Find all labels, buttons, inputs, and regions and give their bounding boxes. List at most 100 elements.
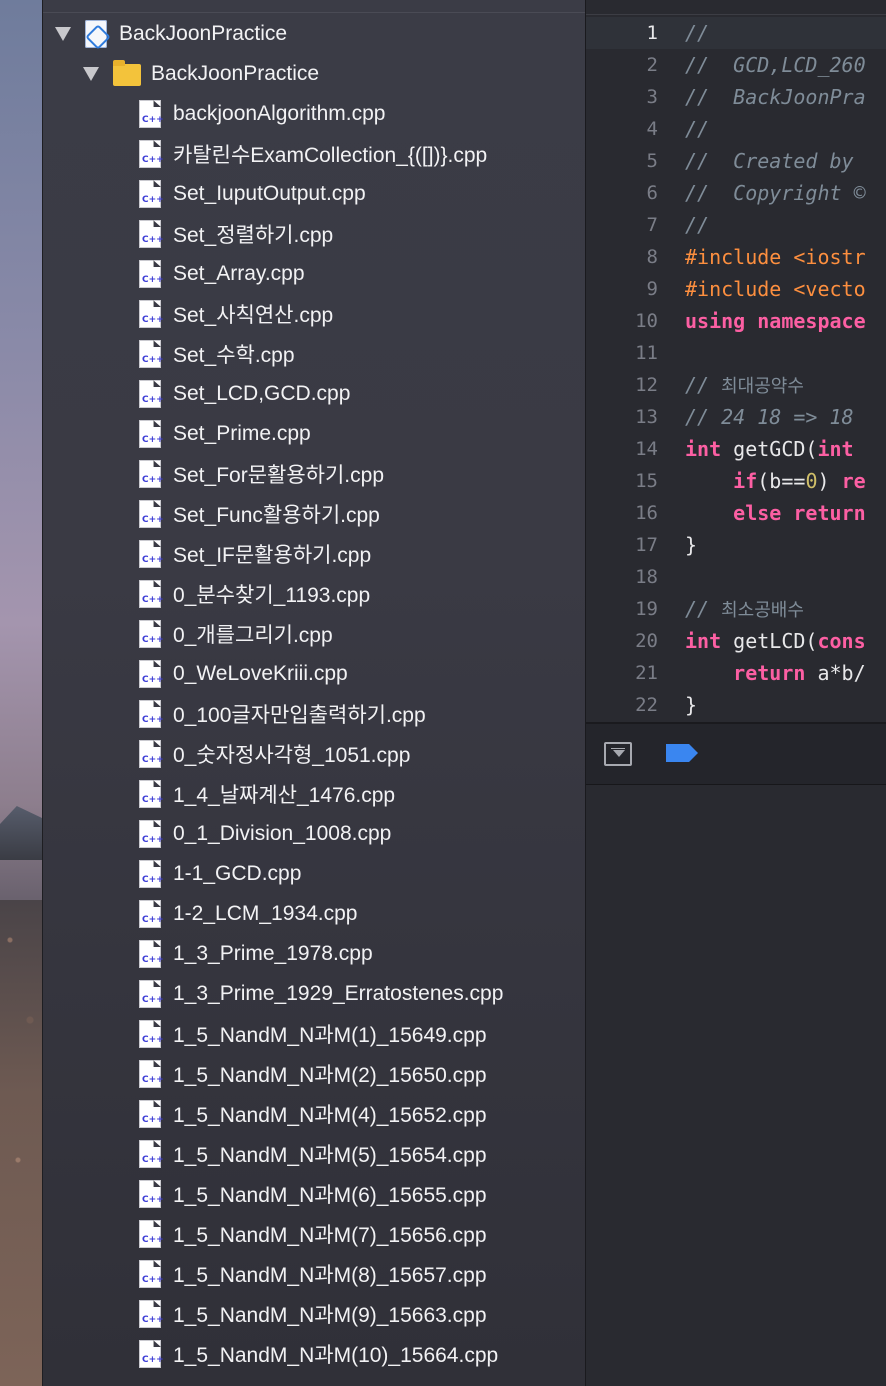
debug-console-area[interactable] xyxy=(586,785,886,1386)
code-line[interactable]: 4 // xyxy=(586,113,886,145)
file-name: Set_수학.cpp xyxy=(173,344,295,367)
code-line[interactable]: 2 // GCD,LCD_260 xyxy=(586,49,886,81)
file-name: 1_3_Prime_1978.cpp xyxy=(173,942,373,965)
file-item[interactable]: C++ 1_5_NandM_N과M(9)_15663.cpp xyxy=(43,1294,585,1334)
cpp-badge: C++ xyxy=(142,675,164,685)
disclosure-triangle-icon[interactable] xyxy=(83,67,99,81)
file-item[interactable]: C++ 1-1_GCD.cpp xyxy=(43,854,585,894)
code-token: } xyxy=(685,693,698,717)
code-line[interactable]: 11 xyxy=(586,337,886,369)
code-line[interactable]: 22} xyxy=(586,689,886,721)
cpp-file-icon: C++ xyxy=(139,700,164,728)
cpp-badge: C++ xyxy=(142,915,164,925)
file-item[interactable]: C++ 1_5_NandM_N과M(8)_15657.cpp xyxy=(43,1254,585,1294)
file-item[interactable]: C++ 1_5_NandM_N과M(10)_15664.cpp xyxy=(43,1334,585,1374)
file-item[interactable]: C++ 0_숫자정사각형_1051.cpp xyxy=(43,734,585,774)
file-item[interactable]: C++ Set_LCD,GCD.cpp xyxy=(43,374,585,414)
code-line[interactable]: 8 #include <iostr xyxy=(586,241,886,273)
file-item[interactable]: C++ Set_Prime.cpp xyxy=(43,414,585,454)
file-item[interactable]: C++ 1_5_NandM_N과M(7)_15656.cpp xyxy=(43,1214,585,1254)
file-item[interactable]: C++ Set_IF문활용하기.cpp xyxy=(43,534,585,574)
code-line[interactable]: 14 int getGCD(int xyxy=(586,433,886,465)
line-number: 11 xyxy=(635,342,658,364)
cpp-badge: C++ xyxy=(142,1155,164,1165)
file-item[interactable]: C++ 0_분수찾기_1193.cpp xyxy=(43,574,585,614)
project-navigator[interactable]: BackJoonPractice BackJoonPractice C++ bac… xyxy=(42,0,585,1386)
file-item[interactable]: C++ 0_WeLoveKriii.cpp xyxy=(43,654,585,694)
file-item[interactable]: C++ 0_개를그리기.cpp xyxy=(43,614,585,654)
code-line[interactable]: 9 #include <vecto xyxy=(586,273,886,305)
code-text: #include <iostr xyxy=(685,245,866,269)
cpp-file-icon: C++ xyxy=(139,220,164,248)
file-name: Set_IF문활용하기.cpp xyxy=(173,544,372,567)
file-name: Set_정렬하기.cpp xyxy=(173,224,334,247)
file-item[interactable]: C++ Set_정렬하기.cpp xyxy=(43,214,585,254)
line-number: 13 xyxy=(635,406,658,428)
file-name: 0_숫자정사각형_1051.cpp xyxy=(173,744,411,767)
code-line[interactable]: 21 return a*b/ xyxy=(586,657,886,689)
hide-debug-area-icon[interactable] xyxy=(604,742,632,766)
code-line[interactable]: 3 // BackJoonPra xyxy=(586,81,886,113)
file-item[interactable]: C++ Set_수학.cpp xyxy=(43,334,585,374)
code-text: else return xyxy=(685,501,865,525)
code-text: // xyxy=(685,117,709,141)
cpp-file-icon: C++ xyxy=(139,780,164,808)
code-token: using namespace xyxy=(685,309,866,333)
code-token: (b== xyxy=(757,469,806,493)
file-item[interactable]: C++ 0_1_Division_1008.cpp xyxy=(43,814,585,854)
file-item[interactable]: C++ 1_5_NandM_N과M(1)_15649.cpp xyxy=(43,1014,585,1054)
file-item[interactable]: C++ Set_For문활용하기.cpp xyxy=(43,454,585,494)
file-item[interactable]: C++ 1_3_Prime_1929_Erratostenes.cpp xyxy=(43,974,585,1014)
file-item[interactable]: C++ 1_5_NandM_N과M(6)_15655.cpp xyxy=(43,1174,585,1214)
code-line[interactable]: 7 // xyxy=(586,209,886,241)
file-item[interactable]: C++ 0_100글자만입출력하기.cpp xyxy=(43,694,585,734)
file-name: 0_분수찾기_1193.cpp xyxy=(173,584,371,607)
code-line[interactable]: 5 // Created by xyxy=(586,145,886,177)
file-item[interactable]: C++ 1_4_날짜계산_1476.cpp xyxy=(43,774,585,814)
code-line[interactable]: 18 xyxy=(586,561,886,593)
file-name: 1_5_NandM_N과M(9)_15663.cpp xyxy=(173,1304,487,1327)
file-item[interactable]: C++ 1_5_NandM_N과M(5)_15654.cpp xyxy=(43,1134,585,1174)
code-line[interactable]: 12 // 최대공약수 xyxy=(586,369,886,401)
code-line[interactable]: 6 // Copyright © xyxy=(586,177,886,209)
code-line[interactable]: 15 if(b==0) re xyxy=(586,465,886,497)
source-editor[interactable]: 1 // 2 // GCD,LCD_260 3 // BackJoonPra 4 // 5 // … xyxy=(585,0,886,1386)
code-line[interactable]: 17} xyxy=(586,529,886,561)
file-name: 1_5_NandM_N과M(4)_15652.cpp xyxy=(173,1104,487,1127)
navigator-group-row[interactable]: BackJoonPractice xyxy=(43,54,585,94)
code-token: // xyxy=(685,21,710,45)
cpp-badge: C++ xyxy=(142,1195,164,1205)
wallpaper-mountains xyxy=(0,806,42,860)
breakpoint-toggle-icon[interactable] xyxy=(666,744,698,762)
file-name: 1_5_NandM_N과M(10)_15664.cpp xyxy=(173,1344,499,1367)
code-token: int xyxy=(685,437,722,461)
disclosure-triangle-icon[interactable] xyxy=(55,27,71,41)
file-item[interactable]: C++ 1_3_Prime_1978.cpp xyxy=(43,934,585,974)
navigator-project-row[interactable]: BackJoonPractice xyxy=(43,14,585,54)
file-item[interactable]: C++ Set_Func활용하기.cpp xyxy=(43,494,585,534)
line-number: 14 xyxy=(635,438,658,460)
file-item[interactable]: C++ 카탈린수ExamCollection_{([])}.cpp xyxy=(43,134,585,174)
file-item[interactable]: C++ Set_IuputOutput.cpp xyxy=(43,174,585,214)
line-number: 5 xyxy=(646,150,658,172)
file-name: Set_LCD,GCD.cpp xyxy=(173,382,351,405)
code-text: // 최대공약수 xyxy=(685,372,804,398)
code-line[interactable]: 13 // 24 18 => 18 xyxy=(586,401,886,433)
code-line[interactable]: 1 // xyxy=(586,17,886,49)
code-line[interactable]: 19 // 최소공배수 xyxy=(586,593,886,625)
code-line[interactable]: 20 int getLCD(cons xyxy=(586,625,886,657)
cpp-badge: C++ xyxy=(142,315,164,325)
file-item[interactable]: C++ Set_Array.cpp xyxy=(43,254,585,294)
file-item[interactable]: C++ 1_5_NandM_N과M(4)_15652.cpp xyxy=(43,1094,585,1134)
code-line[interactable]: 10 using namespace xyxy=(586,305,886,337)
code-token: a*b/ xyxy=(805,661,866,685)
file-item[interactable]: C++ 1_5_NandM_N과M(2)_15650.cpp xyxy=(43,1054,585,1094)
file-item[interactable]: C++ Set_사칙연산.cpp xyxy=(43,294,585,334)
file-item[interactable]: C++ 1-2_LCM_1934.cpp xyxy=(43,894,585,934)
cpp-badge: C++ xyxy=(142,235,164,245)
code-line[interactable]: 16 else return xyxy=(586,497,886,529)
file-item[interactable]: C++ backjoonAlgorithm.cpp xyxy=(43,94,585,134)
code-token: // xyxy=(685,597,722,621)
code-token: int xyxy=(817,437,854,461)
file-name: Set_사칙연산.cpp xyxy=(173,304,334,327)
